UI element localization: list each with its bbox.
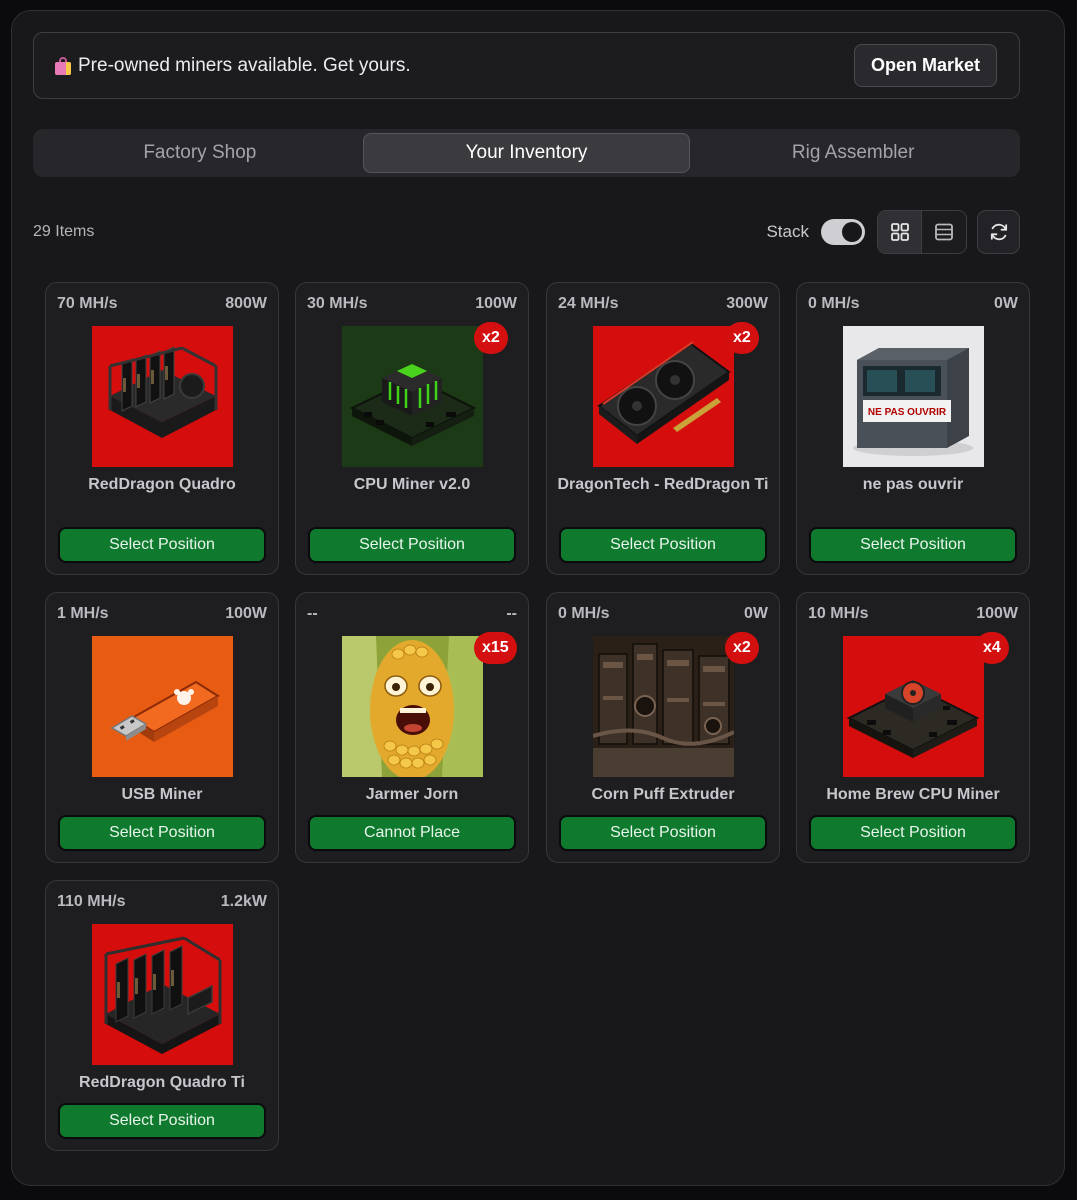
inventory-card: 30 MH/s 100W x2 CPU Miner v2.0 Select Pos… <box>295 282 529 575</box>
inventory-card: 1 MH/s 100W USB Miner Select Position <box>45 592 279 863</box>
machinery-image <box>593 636 734 777</box>
quantity-badge: x4 <box>975 632 1009 664</box>
power-draw: -- <box>506 605 517 622</box>
corn-face-image <box>342 636 483 777</box>
select-position-button[interactable]: Select Position <box>58 527 266 563</box>
tab-rig-assembler[interactable]: Rig Assembler <box>690 133 1016 173</box>
item-name: DragonTech - RedDragon Ti <box>557 476 769 493</box>
inventory-card: 0 MH/s 0W x2 Corn Puff Extruder Select Po… <box>546 592 780 863</box>
quantity-badge: x2 <box>725 322 759 354</box>
item-name: RedDragon Quadro Ti <box>79 1074 245 1091</box>
quantity-badge: x2 <box>474 322 508 354</box>
item-name: Jarmer Jorn <box>365 786 459 803</box>
power-draw: 100W <box>976 605 1018 622</box>
select-position-button[interactable]: Select Position <box>308 527 516 563</box>
inventory-card: 24 MH/s 300W x2 DragonTech - RedDragon Ti… <box>546 282 780 575</box>
item-name: CPU Miner v2.0 <box>353 476 471 493</box>
rig-4gpu-image <box>92 924 233 1065</box>
hashrate: 10 MH/s <box>808 605 869 622</box>
item-name: Corn Puff Extruder <box>591 786 735 803</box>
power-draw: 100W <box>225 605 267 622</box>
inventory-card: 70 MH/s 800W RedDragon Quadro Select Posi… <box>45 282 279 575</box>
cpu-board-image <box>843 636 984 777</box>
hashrate: -- <box>307 605 318 622</box>
box-label-text: NE PAS OUVRIR <box>868 407 947 418</box>
select-position-button[interactable]: Select Position <box>58 815 266 851</box>
inventory-card: -- -- x15 Jarmer Jorn Cannot Place <box>295 592 529 863</box>
power-draw: 800W <box>225 295 267 312</box>
select-position-button[interactable]: Select Position <box>58 1103 266 1139</box>
item-name: ne pas ouvrir <box>862 476 964 493</box>
inventory-card: 0 MH/s 0W NE PAS OUVRIR ne pas ouvrir Sel… <box>796 282 1030 575</box>
hashrate: 24 MH/s <box>558 295 619 312</box>
power-draw: 0W <box>744 605 768 622</box>
hashrate: 1 MH/s <box>57 605 109 622</box>
list-view-button[interactable] <box>922 211 966 253</box>
hashrate: 0 MH/s <box>808 295 860 312</box>
power-draw: 100W <box>475 295 517 312</box>
list-icon <box>935 223 953 241</box>
banner-message: Pre-owned miners available. Get yours. <box>54 55 411 77</box>
select-position-button[interactable]: Select Position <box>809 527 1017 563</box>
tab-bar: Factory Shop Your Inventory Rig Assemble… <box>33 129 1020 177</box>
market-banner: Pre-owned miners available. Get yours. O… <box>33 32 1020 99</box>
select-position-button[interactable]: Select Position <box>559 527 767 563</box>
select-position-button[interactable]: Select Position <box>559 815 767 851</box>
usb-miner-image <box>92 636 233 777</box>
refresh-button[interactable] <box>977 210 1020 254</box>
stack-toggle[interactable] <box>821 219 865 245</box>
hashrate: 110 MH/s <box>57 893 126 910</box>
view-switcher <box>877 210 967 254</box>
quantity-badge: x2 <box>725 632 759 664</box>
cannot-place-button[interactable]: Cannot Place <box>308 815 516 851</box>
inventory-card: 110 MH/s 1.2kW RedDragon Quadro Ti Select… <box>45 880 279 1151</box>
gpu-card-image <box>593 326 734 467</box>
item-name: RedDragon Quadro <box>88 476 236 493</box>
box-image: NE PAS OUVRIR <box>843 326 984 467</box>
inventory-toolbar: 29 Items Stack <box>33 210 1020 254</box>
select-position-button[interactable]: Select Position <box>809 815 1017 851</box>
quantity-badge: x15 <box>474 632 517 664</box>
power-draw: 1.2kW <box>220 893 267 910</box>
hashrate: 30 MH/s <box>307 295 368 312</box>
banner-text: Pre-owned miners available. Get yours. <box>78 54 411 76</box>
power-draw: 0W <box>994 295 1018 312</box>
grid-icon <box>890 223 909 241</box>
item-count: 29 Items <box>33 223 95 240</box>
inventory-card: 10 MH/s 100W x4 Home Brew CPU Miner Selec… <box>796 592 1030 863</box>
item-name: USB Miner <box>121 786 203 803</box>
refresh-icon <box>990 223 1007 241</box>
power-draw: 300W <box>726 295 768 312</box>
grid-view-button[interactable] <box>878 211 922 253</box>
tab-factory-shop[interactable]: Factory Shop <box>37 133 363 173</box>
stack-label: Stack <box>766 222 809 241</box>
shopping-bag-icon <box>54 56 72 76</box>
tab-your-inventory[interactable]: Your Inventory <box>362 133 691 173</box>
rig-4gpu-image <box>92 326 233 467</box>
open-market-button[interactable]: Open Market <box>853 44 997 87</box>
hashrate: 70 MH/s <box>57 295 118 312</box>
hashrate: 0 MH/s <box>558 605 610 622</box>
cpu-board-image <box>342 326 483 467</box>
item-name: Home Brew CPU Miner <box>826 786 1000 803</box>
